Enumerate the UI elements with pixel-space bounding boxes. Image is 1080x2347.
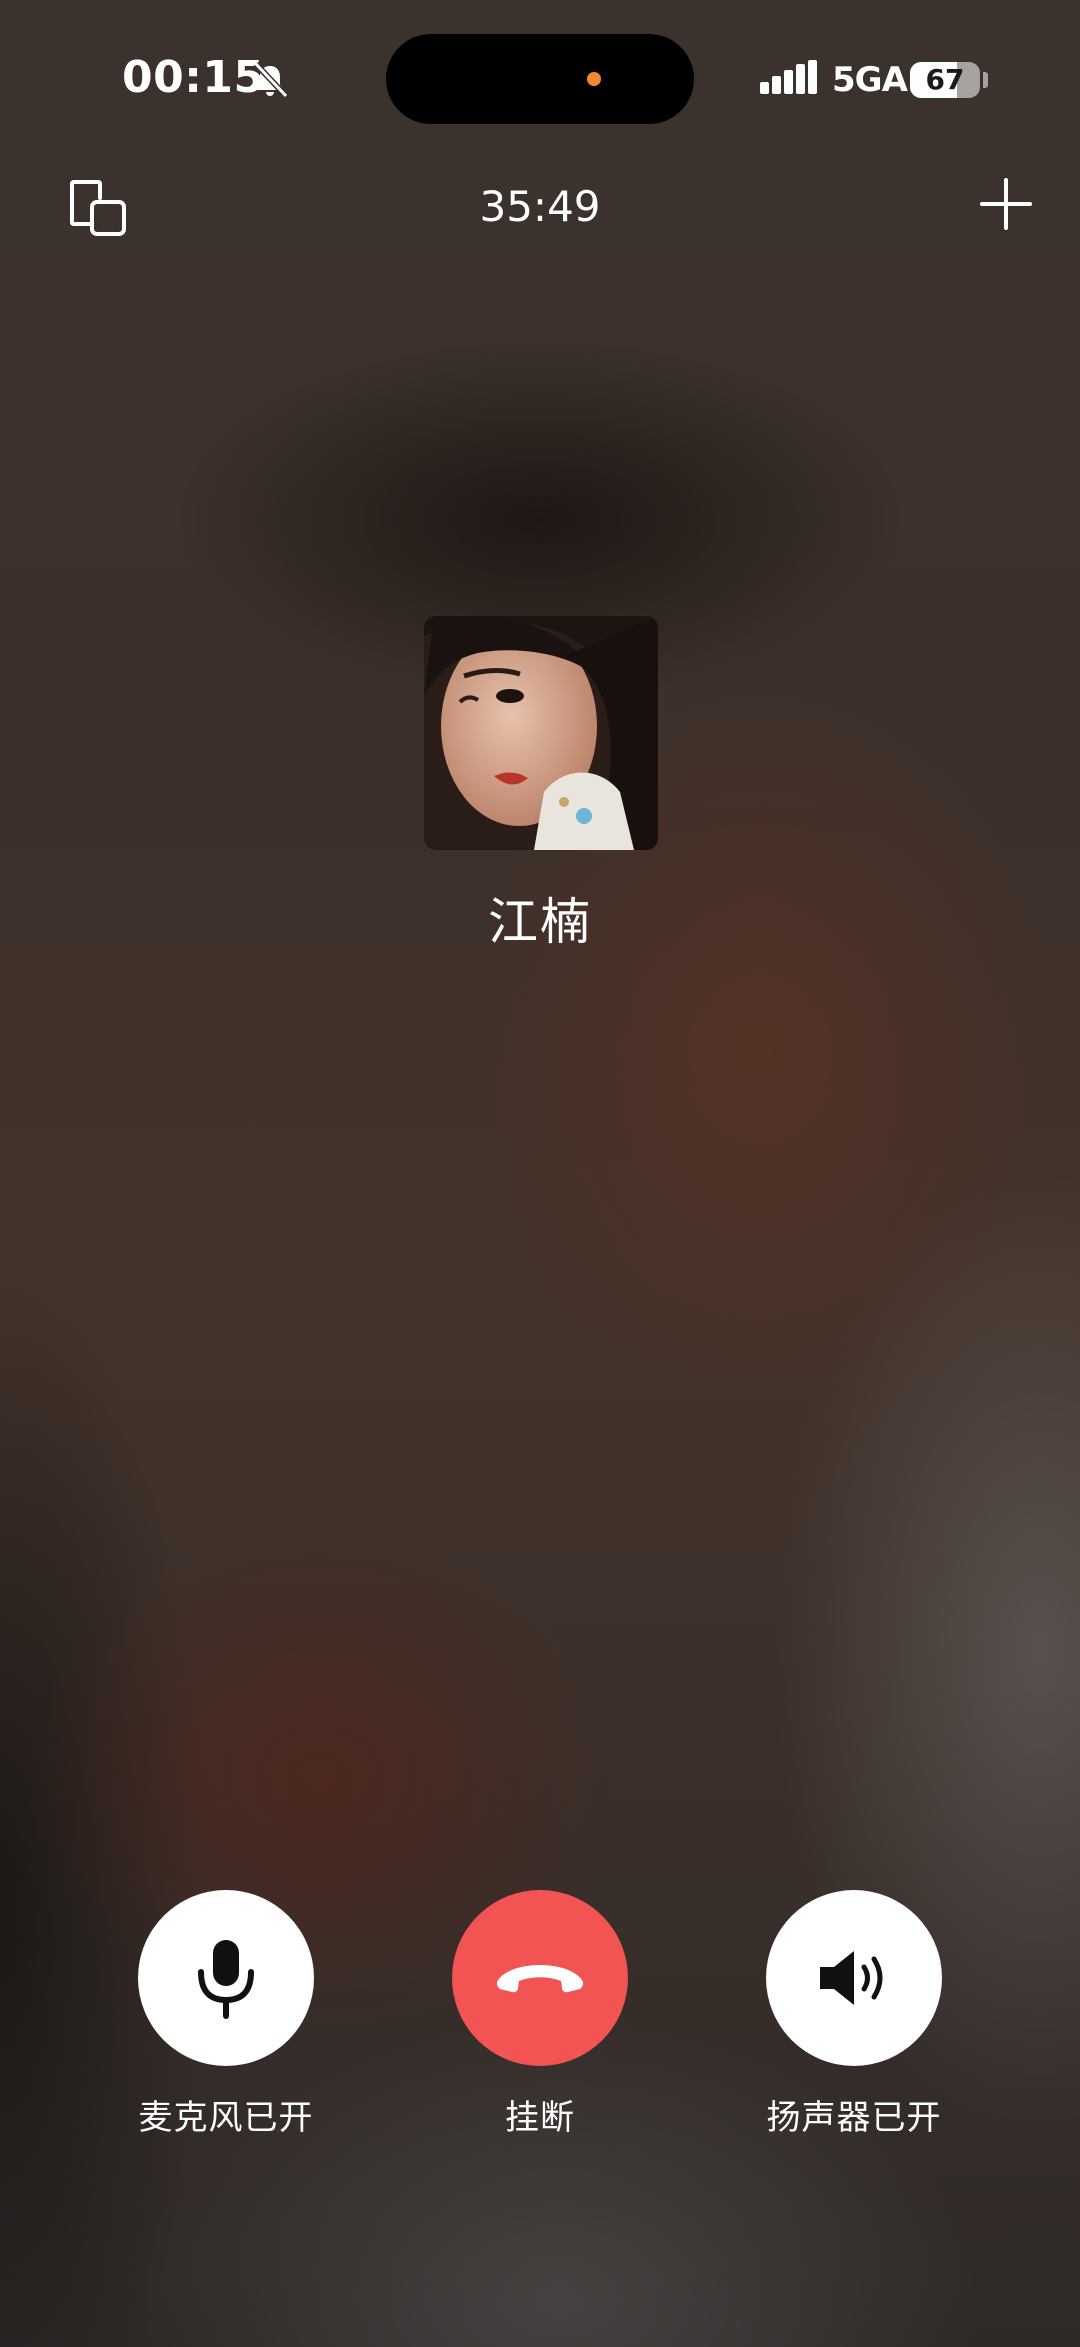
speaker-control: 扬声器已开 — [734, 1890, 974, 2139]
battery-level: 67 — [925, 63, 965, 96]
hangup-button[interactable] — [452, 1890, 628, 2066]
dynamic-island — [386, 34, 694, 124]
speaker-icon — [820, 1951, 883, 2005]
microphone-button[interactable] — [138, 1890, 314, 2066]
caller-name: 江楠 — [488, 893, 592, 951]
avatar-photo — [424, 616, 658, 850]
speaker-label: 扬声器已开 — [766, 2098, 942, 2138]
hangup-label: 挂断 — [505, 2098, 575, 2138]
phone-hangup-icon — [496, 1965, 584, 1993]
add-icon[interactable] — [978, 176, 1034, 232]
caller-avatar — [424, 616, 658, 850]
mic-in-use-indicator — [587, 72, 601, 86]
status-time: 00:15 — [122, 52, 265, 103]
microphone-control: 麦克风已开 — [106, 1890, 346, 2139]
speaker-button[interactable] — [766, 1890, 942, 2066]
battery-cap — [983, 72, 988, 88]
network-type: 5GA — [832, 60, 908, 100]
signal-icon — [760, 60, 817, 98]
microphone-label: 麦克风已开 — [138, 2098, 314, 2138]
hangup-control: 挂断 — [420, 1890, 660, 2139]
call-duration: 35:49 — [479, 182, 601, 231]
microphone-icon — [198, 1940, 254, 2019]
status-bar: 00:15 5GA 67 — [0, 0, 1080, 160]
battery-icon: 67 — [910, 62, 980, 98]
bell-muted-icon — [253, 61, 289, 99]
